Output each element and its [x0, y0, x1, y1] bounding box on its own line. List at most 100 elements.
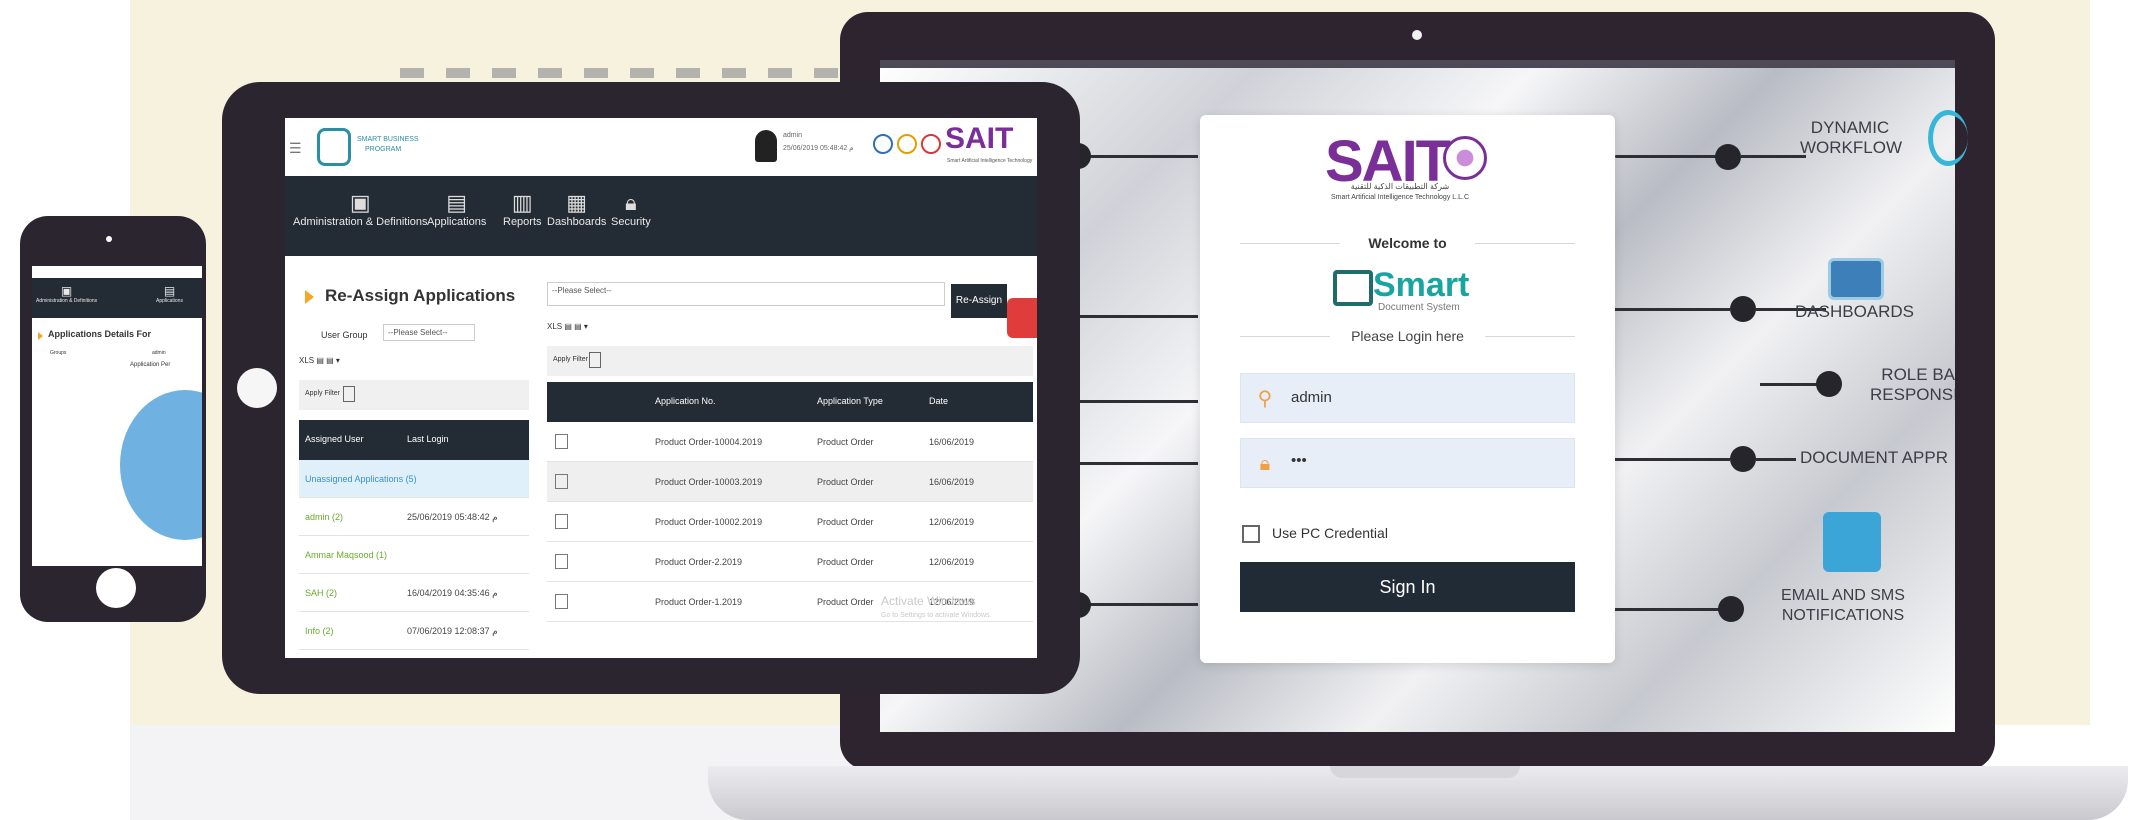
application-no: Product Order-10002.2019	[655, 517, 763, 527]
title-arrow-icon	[38, 332, 43, 340]
info-icon[interactable]	[873, 134, 893, 154]
reports-icon: ▥	[511, 190, 533, 215]
nav-label: Applications	[427, 216, 487, 228]
nav-administration[interactable]: ▣ Administration & Definitions	[293, 190, 428, 228]
applications-icon: ▤	[446, 190, 468, 215]
filter-bar-right: Apply Filter	[547, 346, 1033, 376]
application-type: Product Order	[817, 477, 874, 487]
lock-icon: 🔒︎	[1259, 453, 1271, 475]
phone-notification-icon	[1823, 512, 1881, 572]
phone-home-button[interactable]	[96, 568, 136, 608]
assigned-user: Ammar Maqsood (1)	[305, 550, 388, 560]
applications-icon: ▤	[163, 284, 176, 298]
nav-reports[interactable]: ▥ Reports	[503, 190, 542, 228]
dashboards-icon: ▦	[566, 190, 588, 215]
column-header[interactable]: Assigned User	[305, 434, 364, 444]
nav-applications[interactable]: ▤ Applications	[427, 190, 486, 228]
table-row[interactable]: Product Order-10003.2019 Product Order 1…	[547, 462, 1033, 502]
title-arrow-icon	[305, 290, 314, 304]
app-logo-text2: PROGRAM	[365, 146, 402, 153]
user-group-label: User Group	[321, 330, 368, 340]
sait-header-logo: SAIT	[945, 122, 1014, 155]
gear-icon	[1928, 110, 1968, 166]
filter-bar: Apply Filter	[299, 380, 529, 410]
row-checkbox[interactable]	[555, 554, 568, 569]
nav-label: Administration & Definitions	[36, 298, 98, 304]
main-nav: ▣ Administration & Definitions ▤ Applica…	[285, 176, 1037, 256]
application-no: Product Order-10003.2019	[655, 477, 763, 487]
nav-security[interactable]: 🔒︎ Security	[611, 190, 651, 228]
phone-page-title: Applications Details For	[48, 329, 152, 339]
application-no: Product Order-1.2019	[655, 597, 743, 607]
chart-title: Application Per	[130, 362, 171, 368]
table-row[interactable]: Info (2) 07/06/2019 12:08:37 م	[299, 612, 529, 650]
nav-label: Administration & Definitions	[293, 216, 428, 228]
feature-line: WORKFLOW	[1800, 138, 1902, 157]
column-header[interactable]: Application No.	[655, 396, 716, 406]
security-icon: 🔒︎	[625, 190, 637, 215]
row-checkbox[interactable]	[555, 434, 568, 449]
table-row[interactable]: Unassigned Applications (5)	[299, 460, 529, 498]
user-group-select[interactable]: --Please Select--	[383, 324, 475, 341]
apply-filter-label: Apply Filter	[305, 390, 341, 397]
column-header[interactable]: Date	[929, 396, 948, 406]
laptop-camera	[1412, 30, 1422, 40]
feature-email-sms: EMAIL AND SMS NOTIFICATIONS	[1778, 586, 1908, 626]
laptop-notch	[1330, 766, 1520, 778]
application-no: Product Order-10004.2019	[655, 437, 763, 447]
table-row[interactable]: Product Order-10002.2019 Product Order 1…	[547, 502, 1033, 542]
reassign-user-select[interactable]: --Please Select--	[547, 282, 945, 306]
phone-status-bar	[32, 266, 202, 278]
right-table-header: Application No. Application Type Date	[547, 382, 1033, 422]
admin-icon: ▣	[60, 284, 73, 298]
user-name: admin	[783, 132, 803, 139]
phone-nav: ▣ Administration & Definitions ▤ Applica…	[32, 278, 202, 318]
connector-line	[1615, 308, 1730, 311]
reassign-button[interactable]: Re-Assign	[951, 284, 1007, 318]
dashboard-icon	[1828, 258, 1884, 300]
password-value: •••	[1291, 452, 1307, 469]
table-row[interactable]: Ammar Maqsood (1)	[299, 536, 529, 574]
connector-dot	[1730, 446, 1756, 472]
export-icons[interactable]: XLS ▤ ▤ ▾	[299, 356, 340, 365]
table-row[interactable]: Product Order-2.2019 Product Order 12/06…	[547, 542, 1033, 582]
nav-dashboards[interactable]: ▦ Dashboards	[547, 190, 606, 228]
table-row[interactable]: Product Order-10004.2019 Product Order 1…	[547, 422, 1033, 462]
export-icons-right[interactable]: XLS ▤ ▤ ▾	[547, 322, 588, 331]
table-row[interactable]: admin (2) 25/06/2019 05:48:42 م	[299, 498, 529, 536]
filter-icon[interactable]	[343, 386, 355, 402]
connector-dot	[1718, 596, 1744, 622]
tablet-screen: ☰ SMART BUSINESS PROGRAM admin 25/06/201…	[285, 118, 1037, 658]
assigned-user: Unassigned Applications (5)	[305, 474, 417, 484]
menu-icon[interactable]: ☰	[289, 140, 302, 157]
row-checkbox[interactable]	[555, 514, 568, 529]
assigned-user: SAH (2)	[305, 588, 338, 598]
column-header[interactable]: Application Type	[817, 396, 883, 406]
groups-label: Groups	[50, 350, 67, 356]
sait-header-subtitle: Smart Artificial Intelligence Technology	[947, 158, 1033, 164]
language-icon[interactable]	[897, 134, 917, 154]
connector-line	[1760, 383, 1824, 386]
table-row[interactable]: SAH (2) 16/04/2019 04:35:46 م	[299, 574, 529, 612]
username-field[interactable]: ⚲ admin	[1240, 373, 1575, 423]
pc-credential-checkbox[interactable]	[1242, 525, 1260, 543]
password-field[interactable]: 🔒︎ •••	[1240, 438, 1575, 488]
row-checkbox[interactable]	[555, 594, 568, 609]
avatar[interactable]	[755, 130, 777, 162]
nav-label: Reports	[503, 216, 542, 228]
groups-select[interactable]: admin	[152, 350, 166, 356]
sign-in-button[interactable]: Sign In	[1240, 562, 1575, 612]
logout-icon[interactable]	[921, 134, 941, 154]
phone-nav-administration[interactable]: ▣ Administration & Definitions	[36, 284, 97, 304]
filter-icon[interactable]	[589, 352, 601, 368]
sait-arabic-subtitle: شركة التطبيقات الذكية للتقنية	[1350, 182, 1450, 191]
feature-dynamic-workflow: DYNAMIC WORKFLOW	[1800, 118, 1902, 158]
column-header[interactable]: Last Login	[407, 434, 449, 444]
application-type: Product Order	[817, 517, 874, 527]
phone-nav-applications[interactable]: ▤ Applications	[156, 284, 183, 304]
settings-side-tab[interactable]	[1007, 298, 1037, 338]
application-date: 16/06/2019	[929, 437, 975, 447]
row-checkbox[interactable]	[555, 474, 568, 489]
page-title: Re-Assign Applications	[325, 286, 516, 305]
application-no: Product Order-2.2019	[655, 557, 743, 567]
